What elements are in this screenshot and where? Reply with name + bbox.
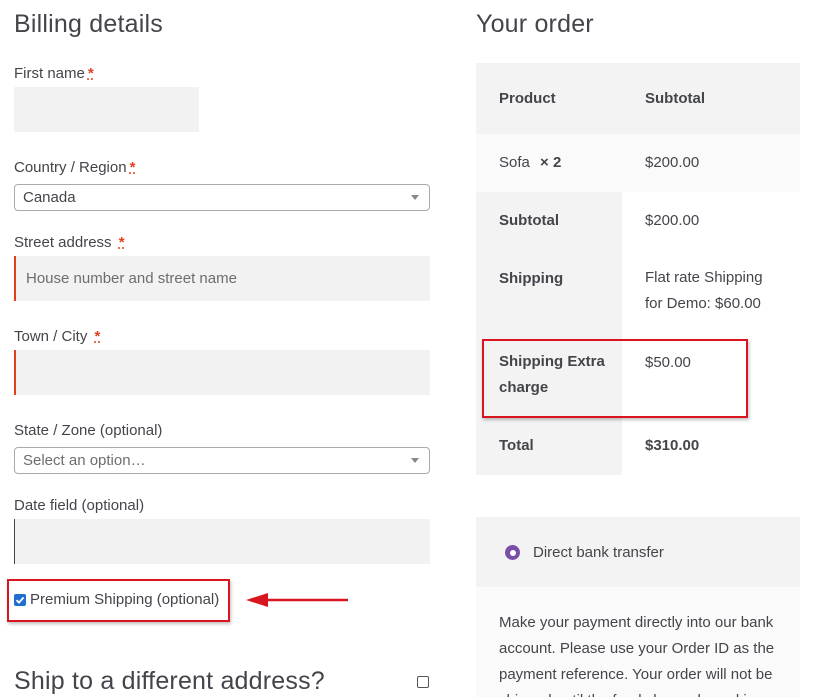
first-name-field[interactable] (14, 87, 199, 132)
order-footer-labels (476, 192, 622, 475)
date-label: Date field (optional) (14, 497, 145, 514)
ship-different-heading: Ship to a different address? (14, 667, 325, 695)
payment-desc-line: account. Please use your Order ID as the (499, 640, 775, 657)
required-marker: * (129, 159, 136, 176)
order-item-name: Sofa × 2 (499, 154, 561, 171)
shipping-label: Shipping (499, 270, 564, 287)
total-label: Total (499, 437, 534, 454)
order-item-price: $200.00 (645, 154, 700, 171)
red-arrow-icon (246, 593, 348, 607)
town-label: Town / City * (14, 328, 100, 345)
product-quantity: × 2 (540, 154, 562, 171)
payment-desc-line: shipped until the funds have cleared in … (499, 688, 794, 697)
subtotal-label: Subtotal (499, 212, 559, 229)
required-marker: * (87, 65, 94, 82)
payment-description: Make your payment directly into our bank… (499, 610, 794, 697)
extra-charge-label-line2: charge (499, 379, 549, 396)
payment-desc-line: Make your payment directly into our bank (499, 614, 774, 631)
state-select[interactable]: Select an option… (14, 447, 430, 474)
shipping-value-line1: Flat rate Shipping (645, 269, 763, 286)
town-label-text: Town / City (14, 328, 88, 345)
extra-charge-label: Shipping Extra charge (499, 349, 605, 401)
first-name-label-text: First name (14, 65, 85, 82)
total-value: $310.00 (645, 437, 700, 454)
town-city-field[interactable] (14, 350, 430, 395)
chevron-down-icon (411, 458, 419, 463)
street-address-field[interactable]: House number and street name (14, 256, 430, 301)
subtotal-value: $200.00 (645, 212, 700, 229)
required-marker: * (94, 328, 101, 345)
order-heading: Your order (476, 10, 594, 38)
premium-shipping-option[interactable]: Premium Shipping (optional) (14, 591, 219, 608)
first-name-label: First name * (14, 65, 94, 82)
street-address-placeholder: House number and street name (26, 270, 237, 287)
payment-method-option[interactable]: Direct bank transfer (505, 544, 664, 561)
state-label: State / Zone (optional) (14, 422, 163, 439)
shipping-value: Flat rate Shipping for Demo: $60.00 (645, 265, 763, 317)
ship-different-checkbox[interactable] (417, 676, 429, 688)
payment-radio-button[interactable] (505, 545, 520, 560)
chevron-down-icon (411, 195, 419, 200)
col-subtotal-header: Subtotal (645, 90, 705, 107)
product-name: Sofa (499, 154, 530, 171)
billing-heading: Billing details (14, 10, 163, 38)
extra-charge-value: $50.00 (645, 354, 691, 371)
country-label: Country / Region * (14, 159, 135, 176)
required-marker: * (118, 234, 125, 251)
shipping-value-line2: for Demo: $60.00 (645, 295, 761, 312)
payment-method-label: Direct bank transfer (533, 544, 664, 561)
street-label: Street address * (14, 234, 125, 251)
state-select-placeholder: Select an option… (23, 452, 146, 469)
country-label-text: Country / Region (14, 159, 127, 176)
premium-shipping-label: Premium Shipping (optional) (30, 591, 220, 608)
col-product-header: Product (499, 90, 556, 107)
date-field[interactable] (14, 519, 430, 564)
street-label-text: Street address (14, 234, 112, 251)
payment-desc-line: payment reference. Your order will not b… (499, 666, 773, 683)
country-select[interactable]: Canada (14, 184, 430, 211)
extra-charge-label-line1: Shipping Extra (499, 353, 605, 370)
premium-shipping-checkbox[interactable] (14, 593, 26, 606)
checkmark-icon (15, 596, 25, 604)
country-select-value: Canada (23, 189, 76, 206)
